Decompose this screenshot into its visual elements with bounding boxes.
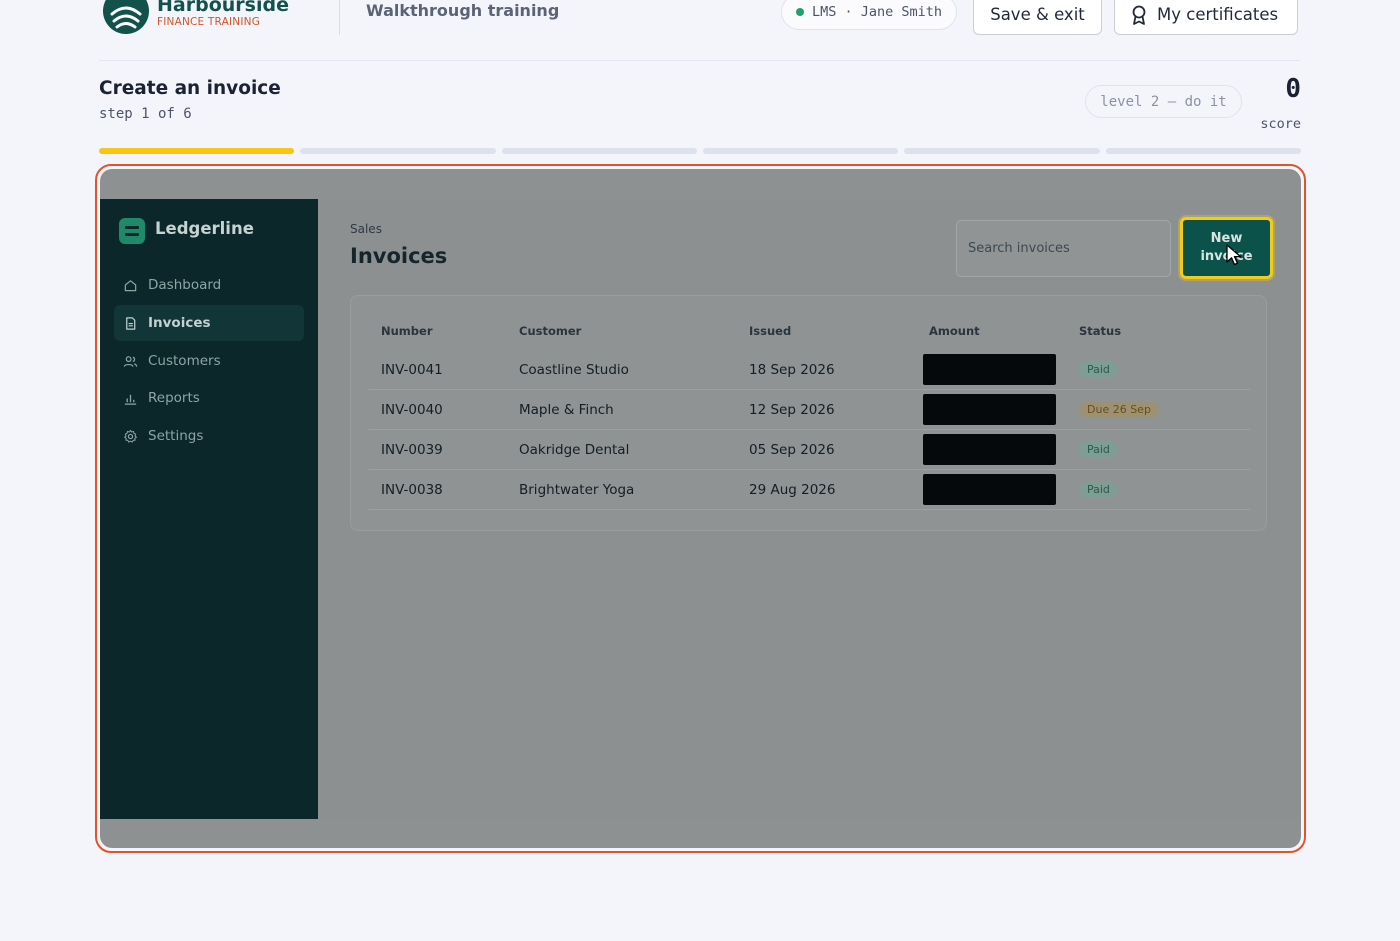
invoice-issued-date: 12 Sep 2026 (749, 402, 835, 418)
score-value: 0 (1285, 74, 1301, 104)
invoice-number: INV-0039 (381, 442, 443, 458)
status-badge: Paid (1079, 482, 1118, 498)
lms-user-label: LMS · Jane Smith (812, 4, 943, 20)
my-certificates-button[interactable]: My certificates (1114, 0, 1298, 35)
app-screen-overlay: Ledgerline Dashboard Invoices Customers … (100, 169, 1301, 848)
bar-chart-icon (124, 394, 137, 405)
new-invoice-button[interactable]: New invoice (1180, 217, 1273, 279)
app-name: Ledgerline (155, 219, 254, 238)
lms-user-pill: LMS · Jane Smith (781, 0, 958, 30)
invoice-customer: Coastline Studio (519, 362, 629, 378)
status-badge: Due 26 Sep (1079, 402, 1159, 418)
redacted-amount (923, 394, 1056, 425)
redacted-amount (923, 434, 1056, 465)
sidebar-item-label: Invoices (148, 315, 211, 331)
award-ribbon-icon (1132, 5, 1146, 25)
app-sidebar: Ledgerline Dashboard Invoices Customers … (100, 199, 318, 819)
online-status-dot-icon (796, 8, 804, 16)
sidebar-item-invoices[interactable]: Invoices (114, 305, 304, 341)
sidebar-item-dashboard[interactable]: Dashboard (114, 267, 304, 303)
column-header-number[interactable]: Number (381, 324, 433, 338)
status-badge: Paid (1079, 362, 1118, 378)
ledgerline-app: Ledgerline Dashboard Invoices Customers … (100, 199, 1301, 819)
search-invoices-input[interactable] (956, 220, 1171, 277)
step-progress-bar (99, 148, 1301, 154)
progress-segment-5 (904, 148, 1100, 154)
sidebar-item-settings[interactable]: Settings (114, 418, 304, 454)
page-title: Invoices (350, 244, 448, 268)
score-label: score (1260, 116, 1301, 132)
progress-segment-6 (1105, 148, 1301, 154)
document-icon (126, 316, 136, 330)
sidebar-item-reports[interactable]: Reports (114, 380, 304, 416)
sidebar-item-label: Settings (148, 428, 204, 444)
task-title: Create an invoice (99, 78, 281, 99)
table-row[interactable]: INV-0040 Maple & Finch 12 Sep 2026 Due 2… (369, 390, 1250, 430)
level-badge: level 2 — do it (1085, 85, 1242, 118)
breadcrumb[interactable]: Sales (350, 222, 382, 236)
invoice-customer: Oakridge Dental (519, 442, 630, 458)
progress-segment-1 (99, 148, 295, 154)
save-exit-button[interactable]: Save & exit (973, 0, 1102, 35)
invoice-issued-date: 05 Sep 2026 (749, 442, 835, 458)
top-header: Harbourside FINANCE TRAINING Walkthrough… (99, 0, 1300, 61)
invoice-number: INV-0040 (381, 402, 443, 418)
redacted-amount (923, 474, 1056, 505)
invoice-issued-date: 29 Aug 2026 (749, 482, 836, 498)
gear-icon (124, 429, 137, 443)
column-header-amount[interactable]: Amount (929, 324, 980, 338)
sidebar-item-customers[interactable]: Customers (114, 343, 304, 379)
simulation-frame: Ledgerline Dashboard Invoices Customers … (95, 164, 1306, 853)
invoice-number: INV-0041 (381, 362, 443, 378)
table-row[interactable]: INV-0039 Oakridge Dental 05 Sep 2026 Pai… (369, 430, 1250, 470)
progress-segment-2 (300, 148, 496, 154)
table-row[interactable]: INV-0038 Brightwater Yoga 29 Aug 2026 Pa… (369, 470, 1250, 510)
column-header-issued[interactable]: Issued (749, 324, 791, 338)
progress-segment-4 (702, 148, 899, 154)
users-icon (123, 355, 138, 367)
ledgerline-logo-icon (119, 218, 145, 244)
invoices-table: Number Customer Issued Amount Status INV… (350, 295, 1267, 531)
invoice-customer: Maple & Finch (519, 402, 614, 418)
app-main: Sales Invoices New invoice Number Custom… (318, 199, 1301, 819)
home-icon (124, 279, 137, 291)
header-divider (339, 0, 340, 35)
sidebar-item-label: Dashboard (148, 277, 222, 293)
sidebar-item-label: Reports (148, 390, 200, 406)
my-certificates-label: My certificates (1157, 5, 1279, 24)
table-row[interactable]: INV-0041 Coastline Studio 18 Sep 2026 Pa… (369, 350, 1250, 390)
column-header-customer[interactable]: Customer (519, 324, 581, 338)
course-title: Walkthrough training (366, 1, 560, 20)
status-badge: Paid (1079, 442, 1118, 458)
harbourside-logo-icon (103, 0, 149, 34)
task-step: step 1 of 6 (99, 106, 192, 122)
redacted-amount (923, 354, 1056, 385)
column-header-status[interactable]: Status (1079, 324, 1121, 338)
invoice-issued-date: 18 Sep 2026 (749, 362, 835, 378)
invoice-number: INV-0038 (381, 482, 443, 498)
brand-subtitle: FINANCE TRAINING (157, 16, 261, 28)
invoice-customer: Brightwater Yoga (519, 482, 635, 498)
brand-name: Harbourside (157, 0, 289, 16)
sidebar-item-label: Customers (148, 353, 221, 369)
progress-segment-3 (501, 148, 697, 154)
